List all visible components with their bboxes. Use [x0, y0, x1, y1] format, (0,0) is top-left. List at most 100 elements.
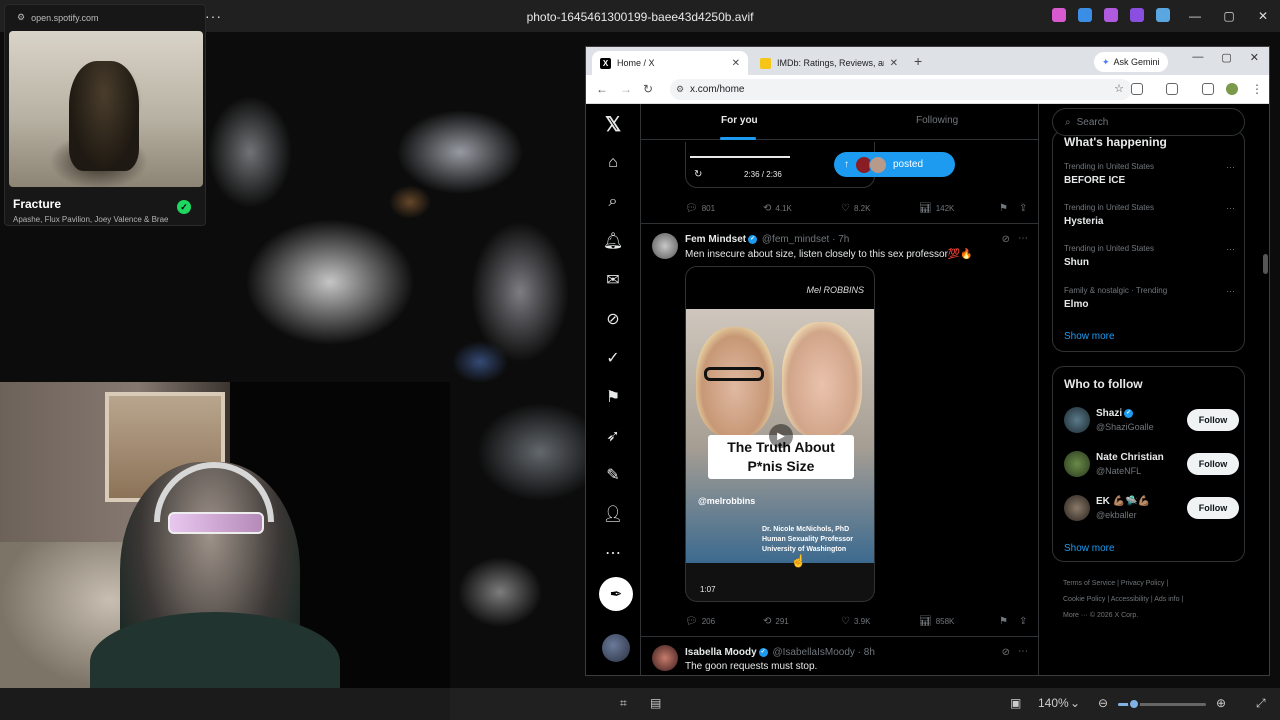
tab-close-icon[interactable]: ✕ — [732, 58, 740, 69]
follow-suggestion[interactable]: Nate Christian @NateNFL Follow — [1064, 451, 1239, 485]
trend-more-icon[interactable]: ⋯ — [1226, 162, 1235, 173]
follow-button[interactable]: Follow — [1187, 453, 1239, 475]
footer-cookie[interactable]: Cookie Policy — [1063, 596, 1105, 603]
cloud-icon[interactable] — [1156, 8, 1170, 22]
author-name[interactable]: Fem Mindset — [685, 234, 746, 245]
address-bar[interactable]: ⚙ x.com/home ☆ — [670, 79, 1132, 100]
suggestion-avatar[interactable] — [1064, 495, 1090, 521]
notifications-icon[interactable]: 🔔︎ — [601, 229, 625, 253]
footer-more[interactable]: More ··· — [1063, 612, 1088, 619]
share-button[interactable]: ⇪ — [1019, 203, 1027, 214]
page-scrollbar[interactable] — [1263, 254, 1268, 274]
post-author[interactable]: Fem Mindset ✓ @fem_mindset · 7h — [685, 234, 849, 245]
zoom-in-icon[interactable]: ⊕ — [1216, 696, 1226, 710]
bookmarks-icon[interactable]: ⚑ — [601, 385, 625, 409]
views-button[interactable]: 📊︎ 858K — [919, 616, 954, 627]
info-icon[interactable]: ▤ — [650, 696, 661, 710]
track-artists[interactable]: Apashe, Flux Pavilion, Joey Valence & Br… — [13, 215, 171, 224]
designer-icon[interactable] — [1130, 8, 1144, 22]
author-handle[interactable]: @fem_mindset · 7h — [762, 234, 849, 245]
articles-icon[interactable]: ✎ — [601, 463, 625, 487]
footer-accessibility[interactable]: Accessibility — [1111, 596, 1149, 603]
extensions-icon[interactable] — [1131, 83, 1143, 95]
views-button[interactable]: 📊︎ 142K — [919, 203, 954, 214]
more-icon[interactable]: ⋯ — [601, 541, 625, 565]
follow-button[interactable]: Follow — [1187, 409, 1239, 431]
clipchamp-icon[interactable] — [1104, 8, 1118, 22]
tab-home-x[interactable]: X Home / X ✕ — [592, 51, 748, 75]
trend-item[interactable]: Trending in United States Hysteria ⋯ — [1064, 203, 1239, 227]
browser-menu-icon[interactable]: ⋮ — [1251, 82, 1263, 96]
grok-icon[interactable]: ⊘ — [601, 307, 625, 331]
tab-for-you[interactable]: For you — [721, 115, 758, 126]
footer-terms[interactable]: Terms of Service — [1063, 580, 1115, 587]
track-title[interactable]: Fracture — [13, 197, 61, 211]
suggestion-name[interactable]: Shazi ✓ — [1096, 408, 1135, 419]
account-avatar[interactable] — [602, 634, 630, 662]
footer-privacy[interactable]: Privacy Policy — [1121, 580, 1165, 587]
author-name[interactable]: Isabella Moody — [685, 647, 757, 658]
suggestion-avatar[interactable] — [1064, 451, 1090, 477]
suggestion-name[interactable]: Nate Christian — [1096, 452, 1164, 463]
sidepanel-icon[interactable] — [1166, 83, 1178, 95]
grok-explain-icon[interactable]: ⊘ — [1002, 647, 1010, 658]
grok-explain-icon[interactable]: ⊘ — [1002, 234, 1010, 245]
x-logo-icon[interactable]: 𝕏 — [601, 112, 625, 136]
crop-icon[interactable]: ⌗ — [620, 696, 627, 711]
ask-gemini-button[interactable]: ✦ Ask Gemini — [1094, 52, 1168, 72]
jobs-icon[interactable]: ➶ — [601, 424, 625, 448]
fit-icon[interactable]: ▣ — [1010, 696, 1021, 710]
video-progress-bar[interactable] — [690, 156, 790, 158]
share-button[interactable]: ⇪ — [1019, 616, 1027, 627]
site-info-icon[interactable]: ⚙ — [676, 84, 684, 95]
fullscreen-icon[interactable]: ⤢ — [1256, 696, 1266, 711]
forward-icon[interactable]: → — [620, 82, 632, 96]
post-more-icon[interactable]: ⋯ — [1018, 233, 1028, 244]
zoom-level[interactable]: 140% — [1038, 696, 1069, 710]
trend-item[interactable]: Family & nostalgic · Trending Elmo ⋯ — [1064, 286, 1239, 310]
home-icon[interactable]: ⌂ — [601, 151, 625, 175]
maximize-button[interactable]: ▢ — [1212, 0, 1246, 32]
trend-more-icon[interactable]: ⋯ — [1226, 286, 1235, 297]
play-icon[interactable]: ▶ — [769, 424, 793, 448]
reply-button[interactable]: 💬︎ 801 — [685, 203, 715, 214]
tab-following[interactable]: Following — [916, 115, 958, 126]
author-handle[interactable]: @IsabellaIsMoody · 8h — [772, 647, 874, 658]
edit-icon[interactable] — [1078, 8, 1092, 22]
like-button[interactable]: ♡ 8.2K — [841, 203, 870, 214]
like-button[interactable]: ♡ 3.9K — [841, 616, 870, 627]
follow-button[interactable]: Follow — [1187, 497, 1239, 519]
trend-item[interactable]: Trending in United States BEFORE ICE ⋯ — [1064, 162, 1239, 186]
reply-button[interactable]: 💬︎ 206 — [685, 616, 715, 627]
compose-post-icon[interactable]: ✒ — [599, 577, 633, 611]
premium-icon[interactable]: ✓ — [601, 346, 625, 370]
trends-show-more[interactable]: Show more — [1064, 331, 1115, 342]
post-avatar[interactable] — [652, 645, 678, 671]
zoom-out-icon[interactable]: ⊖ — [1098, 696, 1108, 710]
new-posts-pill[interactable]: ↑ posted — [834, 152, 955, 177]
media-icon[interactable] — [1202, 83, 1214, 95]
search-input[interactable]: ⌕ Search — [1052, 108, 1245, 136]
minimize-button[interactable]: — — [1178, 0, 1212, 32]
search-icon[interactable]: ⌕ — [601, 190, 625, 214]
tab-imdb[interactable]: IMDb: Ratings, Reviews, and Wh ✕ — [752, 51, 906, 75]
browser-close-button[interactable]: ✕ — [1250, 51, 1259, 64]
trend-more-icon[interactable]: ⋯ — [1226, 244, 1235, 255]
suggestion-avatar[interactable] — [1064, 407, 1090, 433]
post-more-icon[interactable]: ⋯ — [1018, 646, 1028, 657]
bookmark-button[interactable]: ⚑ — [999, 203, 1008, 214]
profile-nav-icon[interactable]: 👤︎ — [601, 502, 625, 526]
trend-item[interactable]: Trending in United States Shun ⋯ — [1064, 244, 1239, 268]
trend-more-icon[interactable]: ⋯ — [1226, 203, 1235, 214]
post-author[interactable]: Isabella Moody ✓ @IsabellaIsMoody · 8h — [685, 647, 875, 658]
copilot-icon[interactable] — [1052, 8, 1066, 22]
browser-minimize-button[interactable]: — — [1192, 51, 1203, 64]
bookmark-star-icon[interactable]: ☆ — [1114, 82, 1124, 95]
replay-icon[interactable]: ↻ — [694, 169, 702, 180]
zoom-slider-thumb[interactable] — [1127, 698, 1140, 710]
suggestion-name[interactable]: EK 💪🏽🛸💪🏽 — [1096, 496, 1150, 507]
bookmark-button[interactable]: ⚑ — [999, 616, 1008, 627]
repost-button[interactable]: ⟲ 4.1K — [763, 203, 792, 214]
repost-button[interactable]: ⟲ 291 — [763, 616, 789, 627]
follow-suggestion[interactable]: Shazi ✓ @ShaziGoalle Follow — [1064, 407, 1239, 441]
